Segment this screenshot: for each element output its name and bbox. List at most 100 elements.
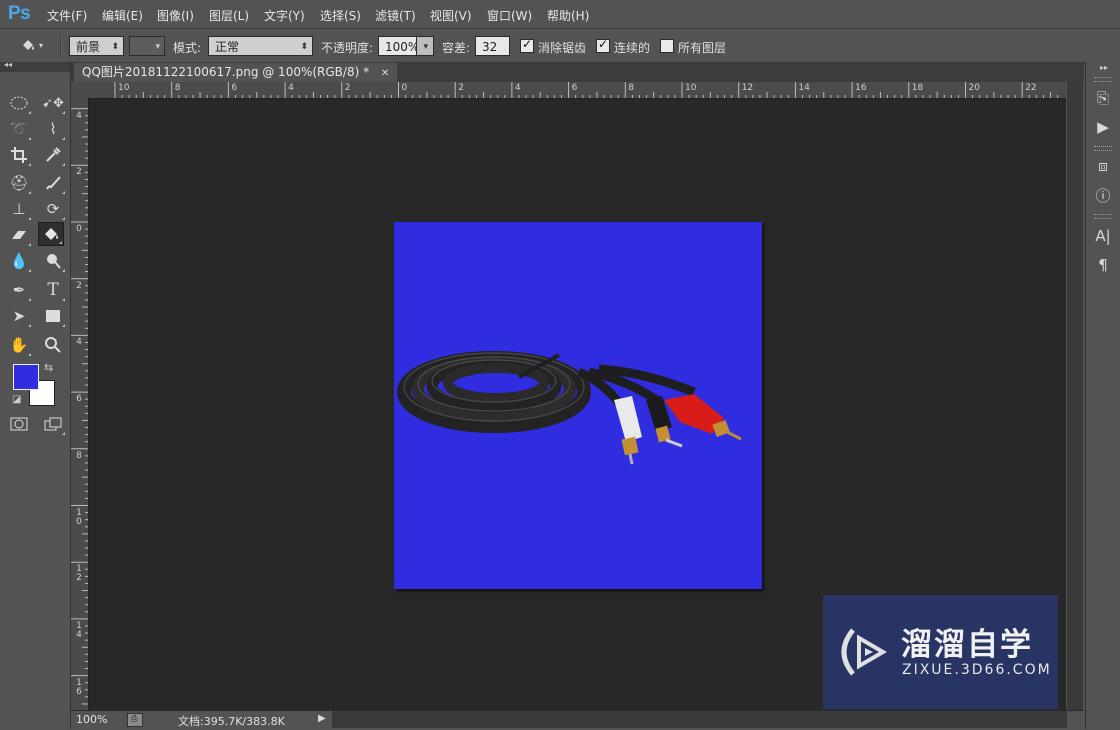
expand-panels-icon[interactable]: ▸▸ xyxy=(1100,63,1108,72)
panel-grip[interactable] xyxy=(1094,146,1112,151)
antialias-checkbox[interactable]: ✓ xyxy=(520,37,534,53)
all-layers-checkbox[interactable] xyxy=(660,39,674,53)
screen-mode-button[interactable] xyxy=(40,412,66,436)
checkmark-icon: ✓ xyxy=(598,37,609,51)
paint-bucket-tool[interactable] xyxy=(38,222,64,246)
type-tool[interactable]: T xyxy=(40,278,66,302)
paragraph-icon: ¶ xyxy=(1098,256,1108,274)
ruler-label: 4 xyxy=(288,83,294,93)
menu-view[interactable]: 视图(V) xyxy=(430,7,472,24)
brush-icon xyxy=(46,176,61,190)
horizontal-scrollbar[interactable] xyxy=(332,711,1067,728)
pen-tool[interactable]: ✒ xyxy=(6,278,32,302)
status-menu-arrow-icon[interactable]: ▶ xyxy=(318,713,326,724)
ruler-label: 10 xyxy=(685,83,697,93)
menu-file[interactable]: 文件(F) xyxy=(47,7,87,24)
lasso-icon: ➰ xyxy=(9,120,29,138)
document-canvas[interactable] xyxy=(394,222,762,589)
contiguous-checkbox[interactable]: ✓ xyxy=(596,37,610,53)
menu-image[interactable]: 图像(I) xyxy=(157,7,194,24)
app-logo[interactable]: Ps xyxy=(8,3,31,25)
swap-colors-icon[interactable]: ⇆ xyxy=(44,361,53,374)
ruler-label: 8 xyxy=(628,83,635,93)
menu-bar: Ps 文件(F) 编辑(E) 图像(I) 图层(L) 文字(Y) 选择(S) 滤… xyxy=(0,0,1120,28)
brush-tool[interactable] xyxy=(40,171,66,195)
quick-selection-tool[interactable]: ⌇ xyxy=(40,117,66,141)
healing-brush-tool[interactable]: ⛑ xyxy=(6,171,32,195)
default-colors-icon[interactable]: ◪ xyxy=(12,394,21,405)
fill-source-select[interactable]: 前景 ⬍ xyxy=(69,36,124,56)
dodge-tool[interactable] xyxy=(40,249,66,273)
panel-grip[interactable] xyxy=(1094,214,1112,219)
vertical-scrollbar[interactable] xyxy=(1067,82,1083,710)
ruler-label: 16 xyxy=(855,83,867,93)
ruler-origin[interactable] xyxy=(71,82,89,99)
elliptical-marquee-tool[interactable] xyxy=(6,91,32,115)
menu-window[interactable]: 窗口(W) xyxy=(487,7,532,24)
screen-mode-icon xyxy=(44,417,62,431)
ruler-label: 12 xyxy=(76,564,82,584)
foreground-color-swatch[interactable] xyxy=(13,364,39,390)
hand-tool[interactable]: ✋ xyxy=(6,333,32,357)
ruler-label: 10 xyxy=(118,83,130,93)
menu-select[interactable]: 选择(S) xyxy=(320,7,361,24)
info-panel-button[interactable]: ⓘ xyxy=(1090,184,1116,206)
clone-stamp-tool[interactable]: ⊥ xyxy=(6,197,32,221)
zoom-tool[interactable] xyxy=(40,333,66,357)
ruler-label: 4 xyxy=(514,83,521,93)
menu-filter[interactable]: 滤镜(T) xyxy=(375,7,416,24)
dodge-icon xyxy=(47,254,61,269)
tolerance-field[interactable]: 32 xyxy=(475,36,510,56)
horizontal-ruler[interactable]: 10 8 6 4 2 0 2 4 6 8 10 12 14 16 18 20 22 xyxy=(88,82,1066,99)
menu-edit[interactable]: 编辑(E) xyxy=(102,7,143,24)
quick-mask-button[interactable] xyxy=(6,412,32,436)
character-panel-button[interactable]: A| xyxy=(1090,225,1116,247)
menu-type[interactable]: 文字(Y) xyxy=(264,7,305,24)
eraser-icon xyxy=(12,231,26,239)
eyedropper-tool[interactable] xyxy=(40,143,66,167)
properties-panel-button[interactable]: ⧈ xyxy=(1090,155,1116,177)
collapse-icon: ◂◂ xyxy=(4,60,13,69)
close-icon[interactable]: ✕ xyxy=(381,68,389,79)
blur-tool[interactable]: 💧 xyxy=(6,249,32,273)
document-tab[interactable]: QQ图片20181122100617.png @ 100%(RGB/8) * ✕ xyxy=(74,63,398,82)
paint-bucket-icon xyxy=(45,228,58,240)
path-selection-tool[interactable]: ➤ xyxy=(6,304,32,328)
chevron-down-icon: ▾ xyxy=(423,42,428,52)
lasso-tool[interactable]: ➰ xyxy=(6,117,32,141)
mode-select[interactable]: 正常 ⬍ xyxy=(208,36,313,56)
opacity-slider-toggle[interactable]: ▾ xyxy=(416,36,434,56)
vertical-ruler[interactable]: 4 2 0 2 4 6 8 10 12 14 16 xyxy=(71,98,89,710)
actions-panel-button[interactable]: ▶ xyxy=(1090,116,1116,138)
ruler-label: 20 xyxy=(968,83,980,93)
cable-image xyxy=(397,351,742,465)
mode-value: 正常 xyxy=(215,40,240,54)
quick-mask-icon xyxy=(10,417,28,431)
toolbox-header[interactable]: ◂◂ xyxy=(0,60,70,72)
paragraph-panel-button[interactable]: ¶ xyxy=(1090,254,1116,276)
tolerance-value: 32 xyxy=(482,40,498,54)
menu-help[interactable]: 帮助(H) xyxy=(547,7,589,24)
menu-layer[interactable]: 图层(L) xyxy=(209,7,249,24)
chevron-down-icon: ▾ xyxy=(38,40,43,50)
watermark-url: ZIXUE.3D66.COM xyxy=(902,662,1052,678)
panel-grip[interactable] xyxy=(1094,77,1112,82)
move-tool[interactable]: ➹✥ xyxy=(40,91,66,115)
pen-icon: ✒ xyxy=(12,281,26,299)
watermark: 溜溜自学 ZIXUE.3D66.COM xyxy=(823,595,1058,709)
status-info-button[interactable]: ⎙ xyxy=(127,713,143,727)
tool-preset-picker[interactable]: ▾ xyxy=(18,33,44,57)
ruler-label: 8 xyxy=(76,450,82,461)
history-panel-button[interactable]: ⎘ xyxy=(1090,87,1116,109)
cube-icon: ⧈ xyxy=(1098,157,1108,175)
crop-tool[interactable] xyxy=(6,143,32,167)
zoom-level[interactable]: 100% xyxy=(76,713,107,726)
ruler-label: 16 xyxy=(76,677,82,697)
eraser-tool[interactable] xyxy=(6,223,32,247)
pattern-picker[interactable]: ▾ xyxy=(129,36,165,56)
paint-bucket-icon xyxy=(22,40,34,50)
watermark-logo-icon xyxy=(841,628,887,676)
rectangle-tool[interactable] xyxy=(40,304,66,328)
history-brush-tool[interactable]: ⟳ xyxy=(40,197,66,221)
ruler-label: 4 xyxy=(76,110,82,121)
